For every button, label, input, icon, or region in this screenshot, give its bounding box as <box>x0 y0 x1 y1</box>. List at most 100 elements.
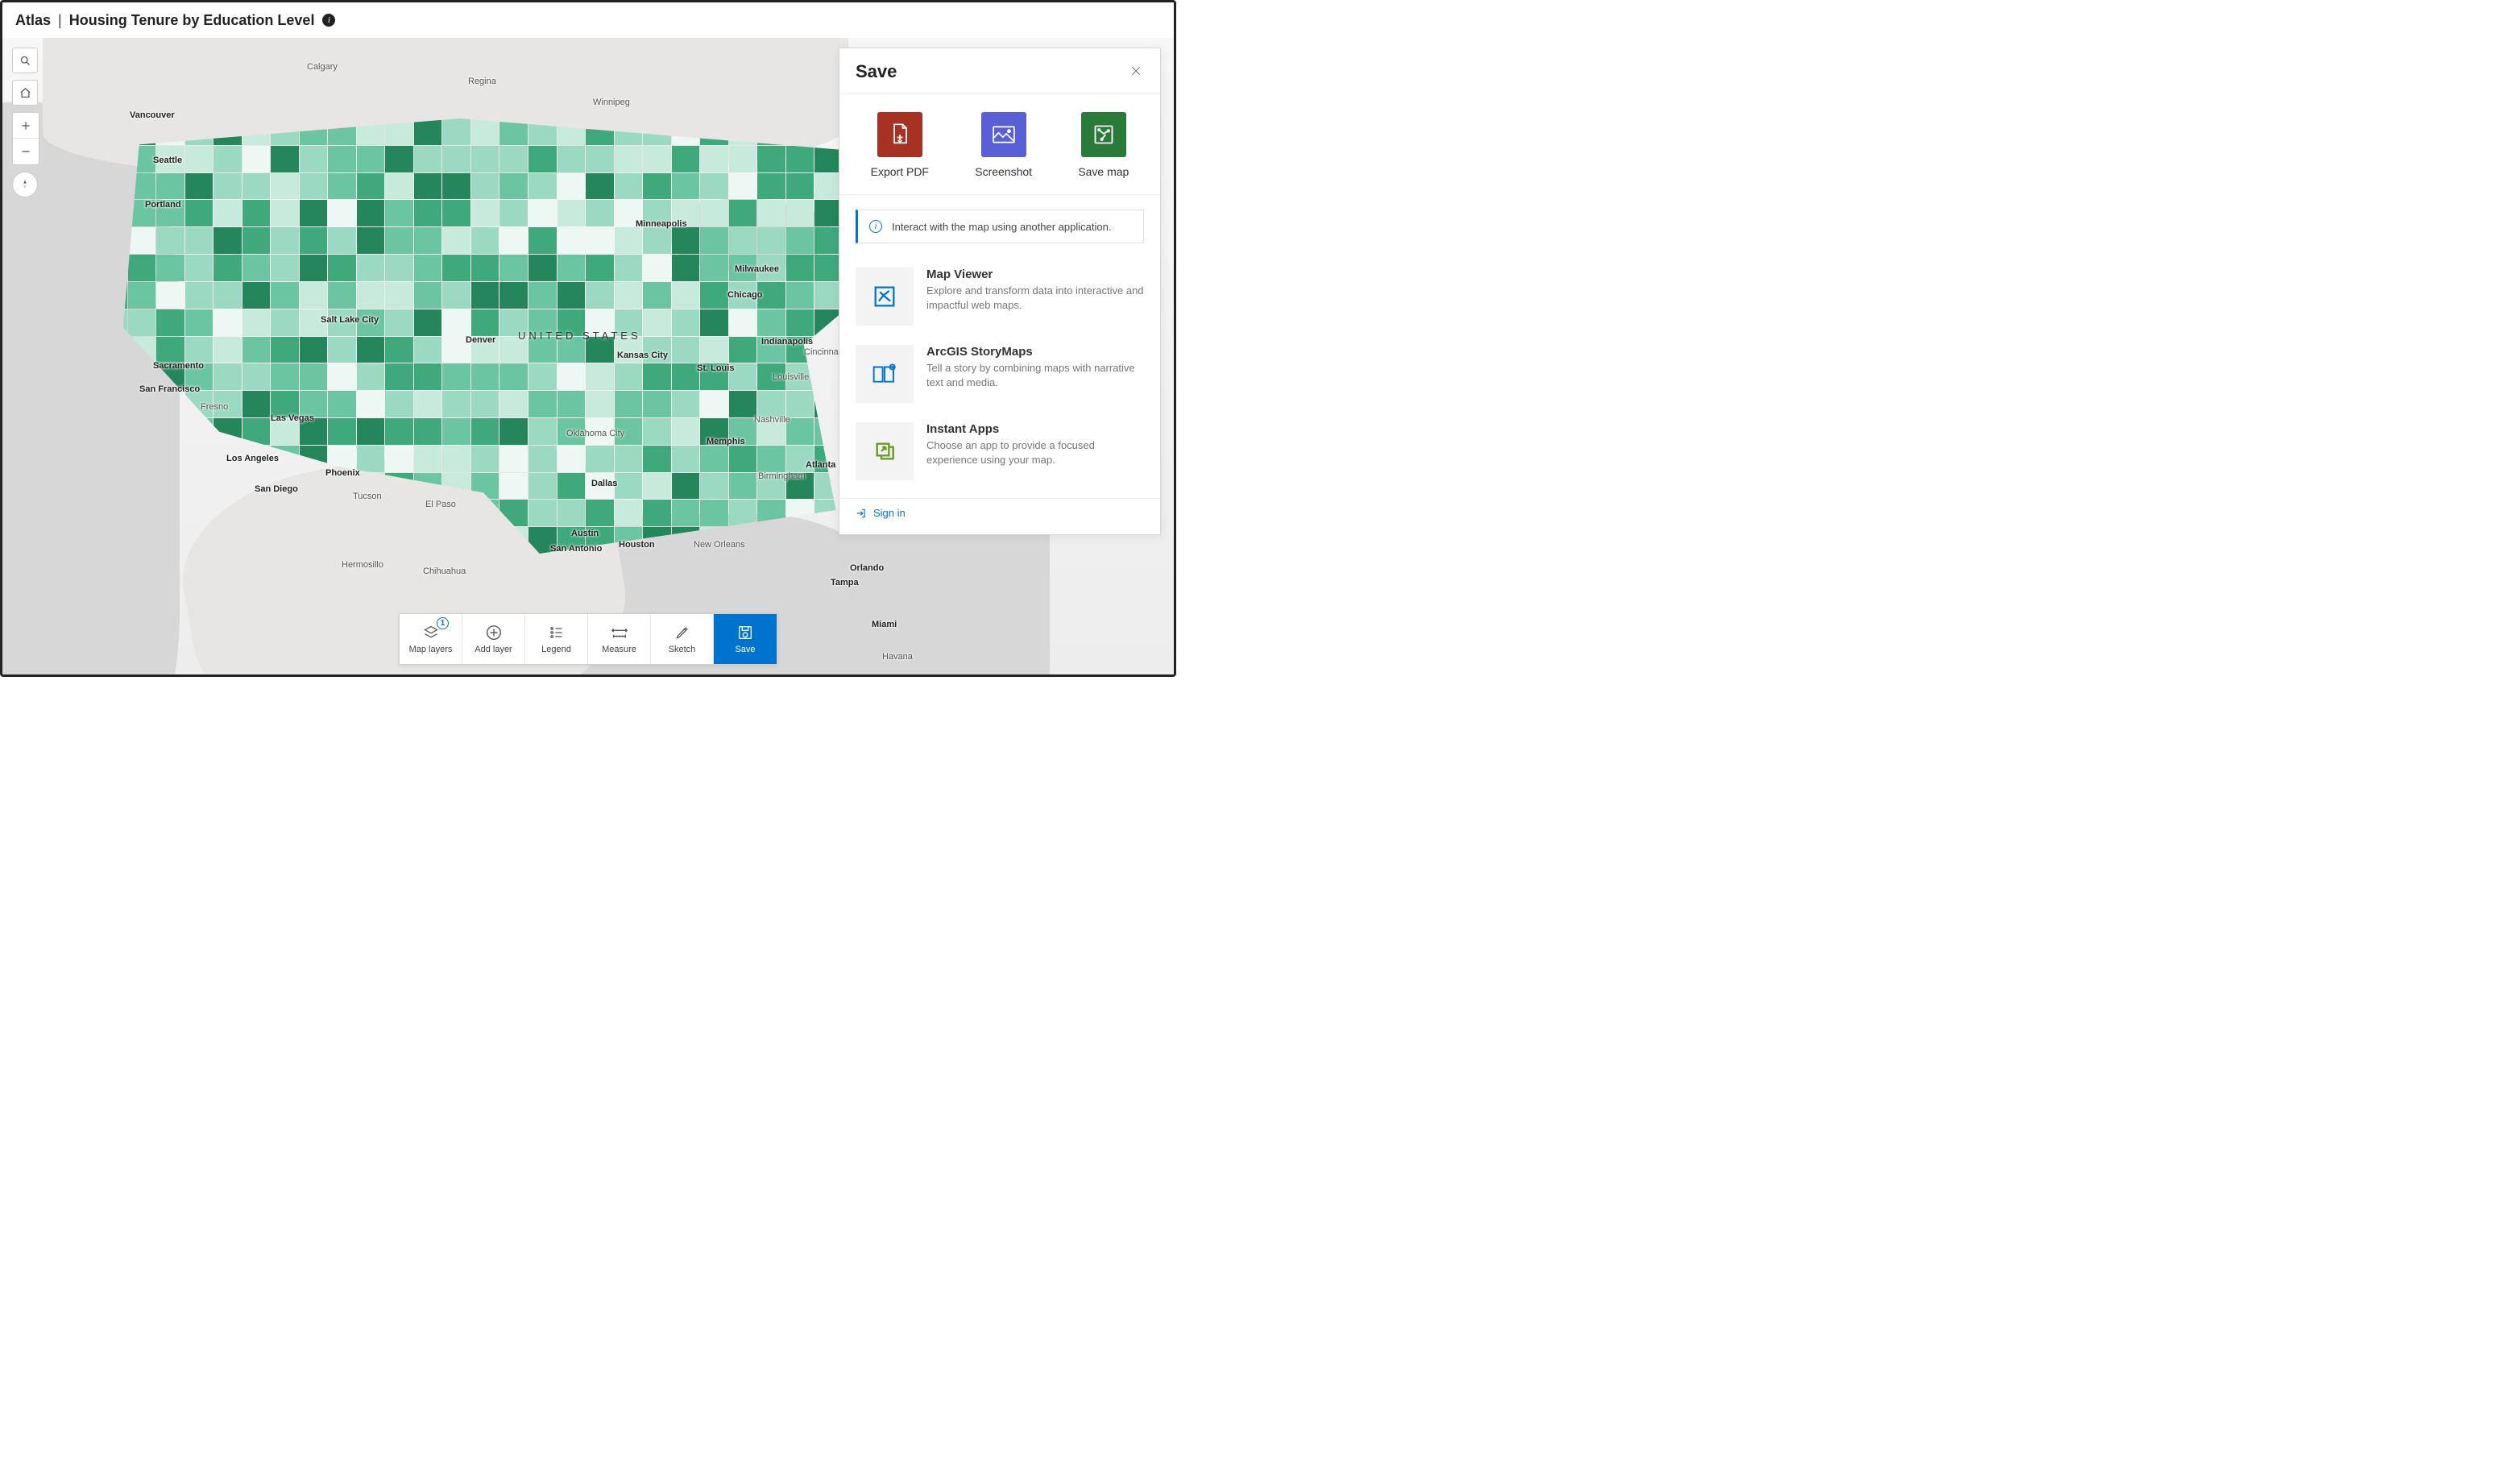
county-cell <box>213 282 242 309</box>
county-cell <box>271 282 299 309</box>
app-desc: Choose an app to provide a focused exper… <box>926 438 1144 467</box>
county-cell <box>471 118 499 145</box>
county-cell <box>357 255 385 281</box>
toolbar-label: Add layer <box>475 645 512 654</box>
county-cell <box>442 146 470 172</box>
toolbar-layers-button[interactable]: Map layers1 <box>400 614 462 664</box>
action-label: Save map <box>1078 165 1129 178</box>
county-cell <box>213 146 242 172</box>
action-label: Export PDF <box>871 165 929 178</box>
county-cell <box>672 391 700 417</box>
toolbar-measure-button[interactable]: Measure <box>588 614 651 664</box>
toolbar-save-button[interactable]: Save <box>714 614 777 664</box>
county-cell <box>528 146 557 172</box>
save-action-shot[interactable]: Screenshot <box>975 112 1032 178</box>
county-cell <box>499 391 528 417</box>
county-cell <box>328 418 356 445</box>
county-cell <box>528 173 557 200</box>
county-cell <box>328 255 356 281</box>
county-cell <box>729 146 757 172</box>
county-cell <box>499 146 528 172</box>
county-cell <box>185 200 213 226</box>
county-cell <box>271 200 299 226</box>
county-cell <box>271 173 299 200</box>
county-cell <box>615 473 643 500</box>
county-cell <box>586 227 614 254</box>
county-cell <box>528 200 557 226</box>
county-cell <box>528 446 557 472</box>
search-button[interactable] <box>12 48 38 73</box>
zoom-out-button[interactable] <box>13 139 39 164</box>
toolbar-label: Legend <box>541 645 571 654</box>
county-cell <box>185 227 213 254</box>
county-cell <box>442 363 470 390</box>
county-cell <box>300 227 328 254</box>
county-cell <box>242 337 271 363</box>
city-label: Milwaukee <box>735 264 779 274</box>
county-cell <box>414 282 442 309</box>
county-cell <box>156 255 184 281</box>
county-cell <box>471 255 499 281</box>
county-cell <box>242 227 271 254</box>
city-label: Kansas City <box>617 351 668 360</box>
county-cell <box>385 227 413 254</box>
county-cell <box>643 418 671 445</box>
county-cell <box>128 227 156 254</box>
city-label: Dallas <box>591 479 617 488</box>
county-cell <box>672 309 700 336</box>
county-cell <box>700 500 728 526</box>
toolbar-legend-button[interactable]: Legend <box>525 614 588 664</box>
close-icon[interactable] <box>1129 64 1144 79</box>
county-cell <box>442 418 470 445</box>
toolbar-sketch-button[interactable]: Sketch <box>651 614 714 664</box>
city-label: Miami <box>872 620 897 629</box>
save-action-pdf[interactable]: Export PDF <box>871 112 929 178</box>
county-cell <box>700 391 728 417</box>
county-cell <box>729 337 757 363</box>
city-label: Los Angeles <box>226 454 279 463</box>
save-action-savemap[interactable]: Save map <box>1078 112 1129 178</box>
county-cell <box>700 227 728 254</box>
county-cell <box>586 255 614 281</box>
sign-in-link[interactable]: Sign in <box>856 507 906 519</box>
toolbar-add-button[interactable]: Add layer <box>462 614 525 664</box>
county-cell <box>557 173 586 200</box>
info-icon[interactable]: i <box>322 14 335 27</box>
county-cell <box>499 418 528 445</box>
county-cell <box>442 227 470 254</box>
app-option-story[interactable]: ArcGIS StoryMapsTell a story by combinin… <box>856 335 1144 413</box>
county-cell <box>414 337 442 363</box>
county-cell <box>385 146 413 172</box>
county-cell <box>385 309 413 336</box>
story-icon <box>856 345 914 403</box>
city-label: Cincinnati <box>804 347 843 357</box>
app-option-viewer[interactable]: Map ViewerExplore and transform data int… <box>856 258 1144 335</box>
county-cell <box>643 309 671 336</box>
county-cell <box>357 363 385 390</box>
county-cell <box>213 337 242 363</box>
county-cell <box>300 363 328 390</box>
county-cell <box>672 473 700 500</box>
city-label: Regina <box>468 77 496 86</box>
county-cell <box>672 255 700 281</box>
home-button[interactable] <box>12 80 38 106</box>
county-cell <box>700 446 728 472</box>
county-cell <box>786 173 814 200</box>
county-cell <box>156 227 184 254</box>
county-cell <box>615 391 643 417</box>
county-cell <box>643 255 671 281</box>
county-cell <box>385 363 413 390</box>
county-cell <box>528 418 557 445</box>
map-tools <box>12 48 39 197</box>
county-cell <box>357 146 385 172</box>
zoom-in-button[interactable] <box>13 113 39 139</box>
county-cell <box>586 363 614 390</box>
county-cell <box>357 391 385 417</box>
county-cell <box>357 227 385 254</box>
city-label: San Francisco <box>139 384 200 394</box>
app-option-instant[interactable]: Instant AppsChoose an app to provide a f… <box>856 413 1144 490</box>
county-cell <box>242 200 271 226</box>
compass-button[interactable] <box>12 172 38 197</box>
county-cell <box>414 255 442 281</box>
county-cell <box>557 391 586 417</box>
